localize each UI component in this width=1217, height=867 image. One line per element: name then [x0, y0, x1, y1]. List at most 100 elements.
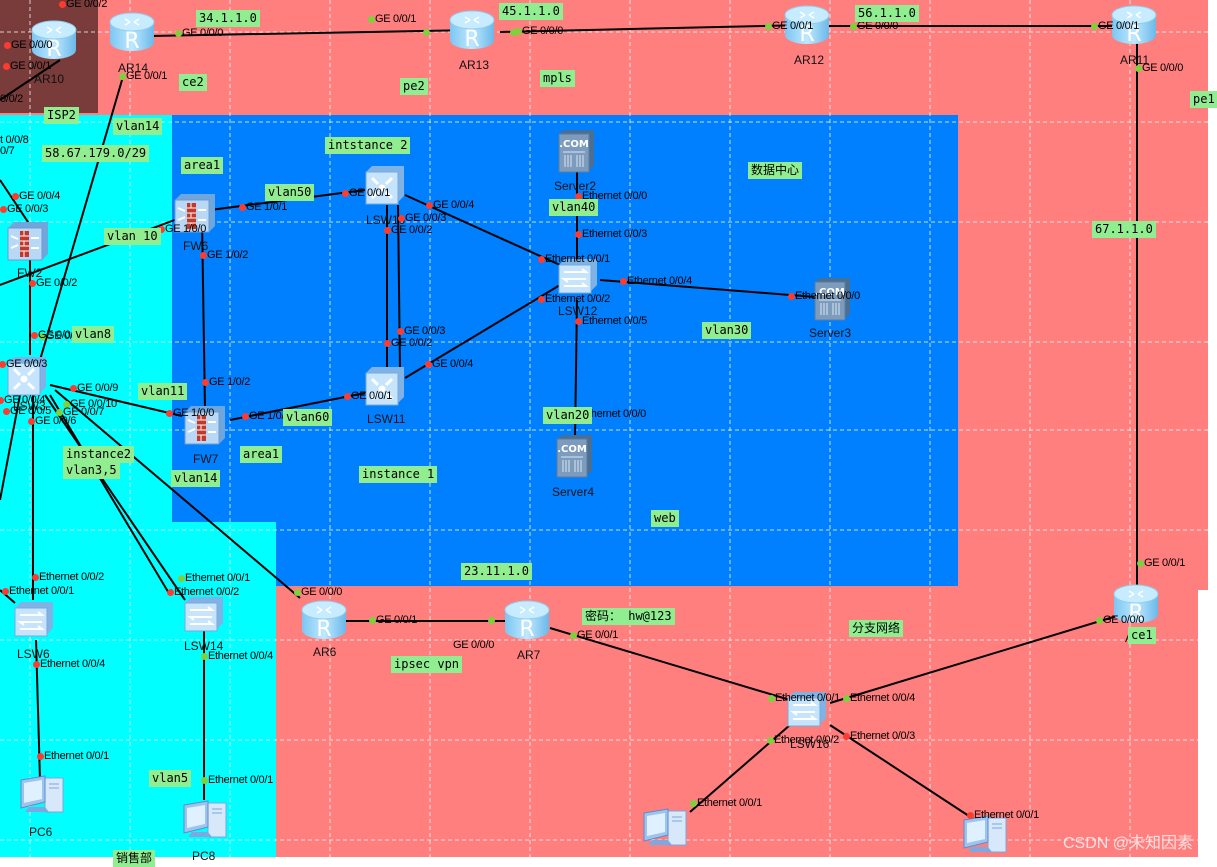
port-down-indicator[interactable] — [3, 408, 10, 415]
port-down-indicator[interactable] — [384, 227, 391, 234]
device-ar6[interactable]: R — [300, 598, 348, 647]
port-down-indicator[interactable] — [33, 661, 40, 668]
port-up-indicator[interactable] — [201, 777, 208, 784]
text-note-vlan10[interactable]: vlan 10 — [104, 228, 161, 245]
port-down-indicator[interactable] — [788, 293, 795, 300]
text-note-vlan35[interactable]: vlan3,5 — [63, 462, 120, 479]
text-note-vlan14a[interactable]: vlan14 — [113, 118, 163, 135]
port-down-indicator[interactable] — [538, 296, 545, 303]
port-down-indicator[interactable] — [32, 574, 39, 581]
port-down-indicator[interactable] — [397, 328, 404, 335]
text-note-inst1[interactable]: instance 1 — [359, 466, 438, 483]
port-down-indicator[interactable] — [538, 256, 545, 263]
port-up-indicator[interactable] — [294, 589, 301, 596]
port-down-indicator[interactable] — [426, 202, 433, 209]
text-note-area1a[interactable]: area1 — [181, 157, 224, 174]
device-lsw14[interactable] — [182, 595, 226, 638]
text-note-subnet[interactable]: 58.67.179.0/29 — [42, 145, 150, 162]
text-note-isp2[interactable]: ISP2 — [44, 107, 79, 124]
text-note-34[interactable]: 34.1.1.0 — [196, 10, 260, 27]
port-down-indicator[interactable] — [0, 206, 7, 213]
port-up-indicator[interactable] — [1137, 560, 1144, 567]
port-up-indicator[interactable] — [768, 695, 775, 702]
text-note-45[interactable]: 45.1.1.0 — [499, 3, 563, 20]
port-down-indicator[interactable] — [2, 588, 9, 595]
port-up-indicator[interactable] — [488, 617, 495, 624]
text-note-ce1[interactable]: ce1 — [1128, 627, 1156, 644]
device-fw2[interactable] — [5, 220, 51, 267]
port-up-indicator[interactable] — [368, 16, 375, 23]
text-note-vlan20[interactable]: vlan20 — [543, 407, 593, 424]
text-note-vlan40[interactable]: vlan40 — [549, 199, 599, 216]
port-down-indicator[interactable] — [967, 812, 974, 819]
port-down-indicator[interactable] — [166, 410, 173, 417]
port-down-indicator[interactable] — [28, 418, 35, 425]
port-down-indicator[interactable] — [4, 42, 11, 49]
text-note-mpls[interactable]: mpls — [540, 70, 575, 87]
text-note-vlan8[interactable]: vlan8 — [72, 326, 115, 343]
port-down-indicator[interactable] — [70, 385, 77, 392]
text-note-ce2[interactable]: ce2 — [179, 74, 207, 91]
text-note-branch[interactable]: 分支网络 — [849, 620, 904, 637]
text-note-pe1[interactable]: pe1 — [1190, 91, 1217, 108]
text-note-vlan5[interactable]: vlan5 — [149, 770, 192, 787]
port-down-indicator[interactable] — [239, 204, 246, 211]
text-note-vlan14b[interactable]: vlan14 — [171, 470, 221, 487]
port-down-indicator[interactable] — [3, 63, 10, 70]
port-down-indicator[interactable] — [242, 413, 249, 420]
port-up-indicator[interactable] — [369, 617, 376, 624]
port-down-indicator[interactable] — [398, 215, 405, 222]
port-down-indicator[interactable] — [342, 190, 349, 197]
device-server4[interactable]: .COM — [554, 433, 594, 484]
text-note-vlan60[interactable]: vlan60 — [283, 409, 333, 426]
text-note-dc[interactable]: 数据中心 — [748, 162, 803, 179]
text-note-instance2[interactable]: instance2 — [63, 446, 135, 463]
device-lsw6[interactable] — [12, 600, 56, 643]
port-up-indicator[interactable] — [178, 575, 185, 582]
text-note-ipsec[interactable]: ipsec vpn — [391, 656, 463, 673]
text-note-56[interactable]: 56.1.1.0 — [855, 5, 919, 22]
device-ar13[interactable]: R — [448, 8, 496, 57]
port-up-indicator[interactable] — [119, 73, 126, 80]
text-note-inst2[interactable]: intstance 2 — [325, 137, 411, 154]
port-up-indicator[interactable] — [690, 800, 697, 807]
port-down-indicator[interactable] — [29, 280, 36, 287]
port-down-indicator[interactable] — [167, 589, 174, 596]
device-pc8[interactable] — [178, 797, 232, 852]
text-note-vlan50[interactable]: vlan50 — [265, 184, 315, 201]
port-down-indicator[interactable] — [575, 318, 582, 325]
text-note-web[interactable]: web — [651, 510, 679, 527]
port-down-indicator[interactable] — [31, 332, 38, 339]
port-up-indicator[interactable] — [570, 632, 577, 639]
port-up-indicator[interactable] — [423, 29, 430, 36]
text-note-pwd[interactable]: 密码： hw@123 — [582, 608, 675, 625]
port-down-indicator[interactable] — [425, 361, 432, 368]
text-note-vlan30[interactable]: vlan30 — [702, 322, 752, 339]
text-note-vlan11[interactable]: vlan11 — [138, 383, 188, 400]
device-pc6[interactable] — [15, 772, 69, 827]
port-down-indicator[interactable] — [12, 193, 19, 200]
port-down-indicator[interactable] — [384, 340, 391, 347]
port-down-indicator[interactable] — [620, 278, 627, 285]
port-down-indicator[interactable] — [37, 753, 44, 760]
port-up-indicator[interactable] — [510, 29, 517, 36]
port-up-indicator[interactable] — [175, 30, 182, 37]
device-lsw11[interactable] — [363, 365, 407, 412]
port-up-indicator[interactable] — [843, 695, 850, 702]
port-up-indicator[interactable] — [1096, 617, 1103, 624]
text-note-23[interactable]: 23.11.1.0 — [461, 563, 533, 580]
port-down-indicator[interactable] — [202, 379, 209, 386]
device-pc9[interactable] — [638, 805, 692, 860]
device-server2[interactable]: .COM — [556, 128, 596, 179]
text-note-pe2[interactable]: pe2 — [400, 78, 428, 95]
port-up-indicator[interactable] — [1135, 65, 1142, 72]
port-up-indicator[interactable] — [1091, 23, 1098, 30]
port-down-indicator[interactable] — [59, 1, 66, 8]
port-down-indicator[interactable] — [843, 733, 850, 740]
port-up-indicator[interactable] — [201, 653, 208, 660]
text-note-dept[interactable]: 销售部 — [113, 850, 156, 867]
device-ar14[interactable]: R — [108, 10, 156, 59]
port-up-indicator[interactable] — [765, 23, 772, 30]
port-down-indicator[interactable] — [575, 231, 582, 238]
port-up-indicator[interactable] — [850, 23, 857, 30]
